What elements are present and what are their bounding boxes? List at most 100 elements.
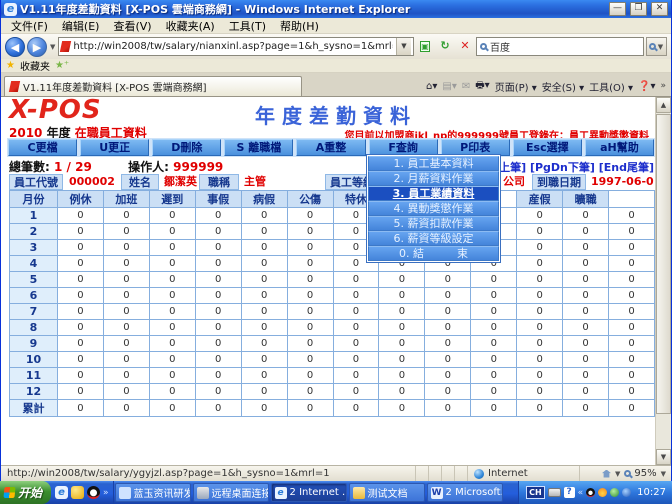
menubar-item-3[interactable]: 收藏夹(A) [159, 18, 222, 34]
read-mail-icon[interactable]: ✉ [462, 81, 470, 92]
back-button[interactable]: ◀ [5, 37, 25, 57]
menubar-item-4[interactable]: 工具(T) [222, 18, 273, 34]
green-tray-icon[interactable] [610, 488, 619, 497]
search-options-button[interactable]: ▼ [646, 37, 667, 56]
address-dropdown-icon[interactable]: ▼ [396, 38, 411, 55]
close-button[interactable]: ✕ [651, 2, 668, 16]
quick-launch-ie-icon[interactable]: e [55, 486, 68, 499]
cell-r4-c12: 0 [609, 272, 655, 288]
task-button-0[interactable]: 蓝玉资讯研发... [115, 483, 191, 502]
tools-menu-button[interactable]: 工具(O) ▾ [589, 79, 633, 94]
print-icon[interactable]: 🖶▾ [475, 78, 489, 95]
search-box[interactable]: 百度 [476, 37, 644, 56]
cell-r5-c12: 0 [609, 288, 655, 304]
system-tray: CH ? « 10:27 [518, 481, 672, 504]
menubar-item-2[interactable]: 查看(V) [106, 18, 158, 34]
page-scrollbar[interactable]: ▲ ▼ [655, 97, 671, 465]
task-button-2[interactable]: e2 Internet ...▼ [271, 483, 347, 502]
cell-r3-c12: 0 [609, 256, 655, 272]
title-bar: e V1.11年度差勤資料 [X-POS 雲端商務網] - Windows In… [1, 0, 671, 18]
scroll-down-icon[interactable]: ▼ [656, 449, 671, 465]
task-button-4[interactable]: W2 Microsoft...▼ [427, 483, 503, 502]
action-button-2[interactable]: D刪除 [152, 139, 221, 156]
history-dropdown-icon[interactable]: ▼ [49, 43, 56, 51]
action-button-7[interactable]: Esc選擇 [513, 139, 582, 156]
emp-hire-label: 到職日期 [532, 174, 586, 190]
minimize-button[interactable]: — [609, 2, 626, 16]
start-button[interactable]: 开始 [0, 481, 51, 504]
zoom-dropdown-icon[interactable]: ▼ [660, 470, 667, 478]
tab-active[interactable]: V1.11年度差勤資料 [X-POS 雲端商務網] [4, 76, 302, 96]
quick-launch-qq-icon[interactable] [87, 486, 100, 499]
cell-r10-c2: 0 [149, 368, 195, 384]
search-input[interactable]: 百度 [490, 39, 640, 54]
safety-menu-button[interactable]: 安全(S) ▾ [542, 79, 584, 94]
help-tray-icon[interactable]: ? [564, 487, 575, 498]
qq-tray-icon[interactable] [586, 488, 595, 497]
restore-button[interactable]: ❐ [630, 2, 647, 16]
popup-item-2[interactable]: 3. 員工業績資料 [368, 186, 499, 201]
blue-tray-icon[interactable] [622, 488, 631, 497]
address-url[interactable]: http://win2008/tw/salary/nianxinl.asp?pa… [73, 41, 393, 52]
cell-r11-c3: 0 [195, 384, 241, 400]
action-button-4[interactable]: A重整 [296, 139, 365, 156]
favorites-button[interactable]: 收藏夹 [20, 58, 50, 73]
popup-item-3[interactable]: 4. 異動獎懲作業 [368, 201, 499, 216]
menubar-item-5[interactable]: 帮助(H) [273, 18, 326, 34]
zoom-panel[interactable]: ▼ 95% ▼ [579, 466, 671, 481]
refresh-button[interactable]: ↻ [436, 37, 454, 56]
language-indicator[interactable]: CH [526, 486, 545, 499]
row-label-0: 1 [10, 208, 58, 224]
cell-r5-c1: 0 [103, 288, 149, 304]
add-favorite-icon[interactable]: ★⁺ [55, 60, 69, 71]
home-icon[interactable]: ⌂▾ [426, 81, 437, 92]
table-row: 10000000000000 [10, 208, 655, 224]
cell-r1-c1: 0 [103, 224, 149, 240]
popup-item-6[interactable]: 0. 結 束 [368, 246, 499, 261]
action-button-3[interactable]: S 離職檔 [224, 139, 293, 156]
rdp-task-icon [197, 487, 209, 499]
task-button-3[interactable]: 测试文档 [349, 483, 425, 502]
tray-collapse-icon[interactable]: « [578, 488, 584, 498]
action-button-6[interactable]: P印表 [441, 139, 510, 156]
cell-r10-c6: 0 [333, 368, 379, 384]
address-bar[interactable]: http://win2008/tw/salary/nianxinl.asp?pa… [58, 37, 414, 56]
cell-r1-c2: 0 [149, 224, 195, 240]
action-button-0[interactable]: C更檔 [8, 139, 77, 156]
scrollbar-thumb[interactable] [656, 114, 671, 414]
popup-item-5[interactable]: 6. 薪資等級設定 [368, 231, 499, 246]
forward-button[interactable]: ▶ [27, 37, 47, 57]
total-label: 總筆數: [9, 160, 50, 174]
row-label-1: 2 [10, 224, 58, 240]
taskbar-clock: 10:27 [637, 487, 666, 498]
cell-r8-c10: 0 [517, 336, 563, 352]
total-value: 1 / 29 [54, 160, 92, 174]
quick-launch-app-icon[interactable] [71, 486, 84, 499]
cell-r2-c4: 0 [241, 240, 287, 256]
feeds-icon[interactable]: ▤▾ [442, 81, 456, 92]
cell-r11-c6: 0 [333, 384, 379, 400]
overflow-chevron-icon[interactable]: » [660, 81, 666, 91]
menubar-item-0[interactable]: 文件(F) [4, 18, 55, 34]
flame-tray-icon[interactable] [598, 488, 607, 497]
action-button-1[interactable]: U更正 [80, 139, 149, 156]
cell-r2-c10: 0 [517, 240, 563, 256]
quick-launch-chevron-icon[interactable]: » [103, 488, 109, 498]
page-menu-button[interactable]: 页面(P) ▾ [495, 79, 537, 94]
printer-tray-icon[interactable] [548, 488, 561, 497]
col-header-2: 遲到 [149, 191, 195, 208]
popup-item-0[interactable]: 1. 員工基本資料 [368, 156, 499, 171]
help-icon[interactable]: ❓▾ [638, 81, 655, 92]
menubar-item-1[interactable]: 编辑(E) [55, 18, 107, 34]
stop-button[interactable]: ✕ [456, 37, 474, 56]
go-button[interactable]: ▣ [416, 37, 434, 56]
row-label-4: 5 [10, 272, 58, 288]
status-bar: http://win2008/tw/salary/ygyjzl.asp?page… [1, 465, 671, 481]
action-button-5[interactable]: F查詢 [369, 139, 438, 156]
scroll-up-icon[interactable]: ▲ [656, 97, 671, 113]
popup-item-4[interactable]: 5. 薪資扣款作業 [368, 216, 499, 231]
task-button-1[interactable]: 远程桌面连接 [193, 483, 269, 502]
cell-r5-c2: 0 [149, 288, 195, 304]
popup-item-1[interactable]: 2. 月薪資料作業 [368, 171, 499, 186]
action-button-8[interactable]: aH幫助 [585, 139, 654, 156]
